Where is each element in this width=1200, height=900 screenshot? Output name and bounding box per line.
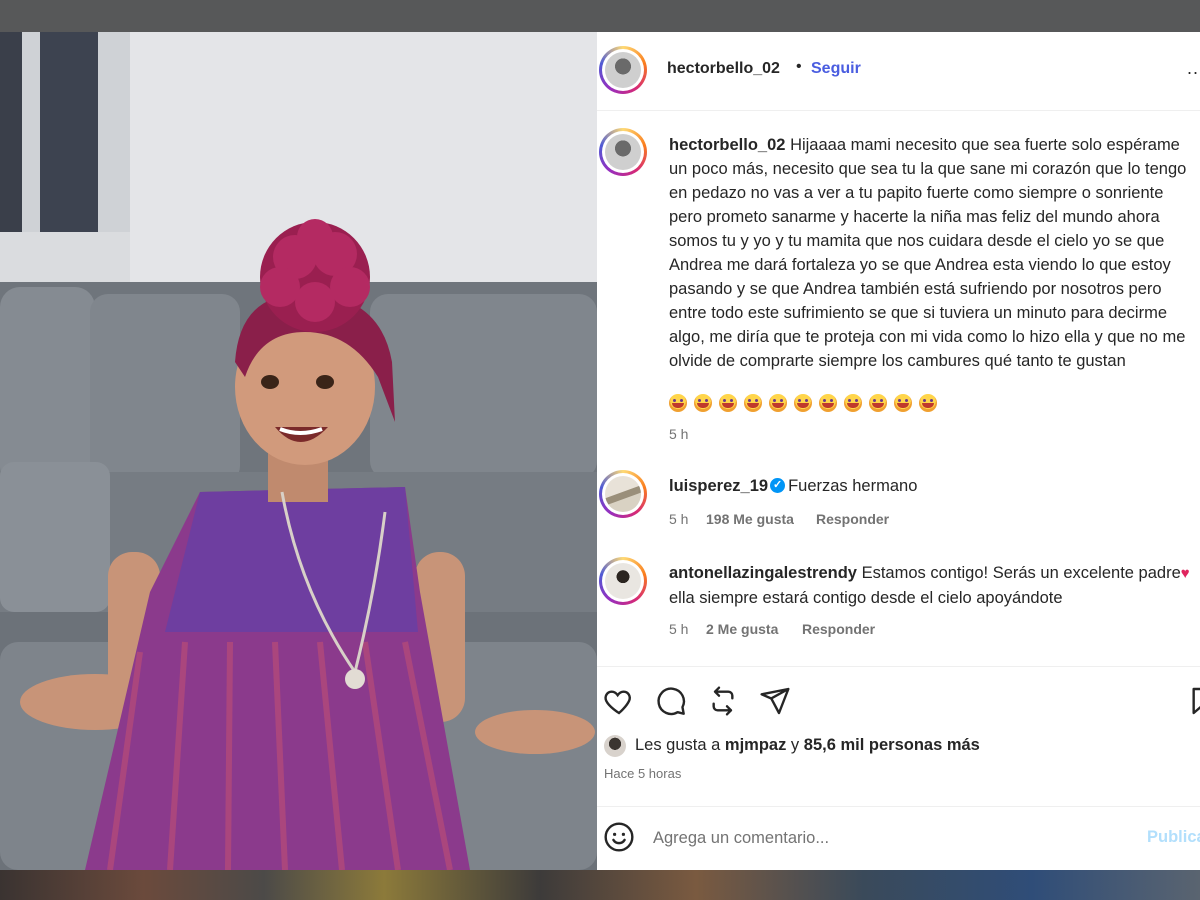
emoji-picker-icon[interactable] [603,821,635,853]
verified-badge-icon: ✓ [770,478,786,494]
comment-input[interactable] [653,825,1073,851]
comment-body-continued: ella siempre estará contigo desde el cie… [669,589,1063,607]
browser-top-bar [0,0,1200,32]
post-time: Hace 5 horas [604,766,682,781]
crying-face-icon [769,394,787,412]
post-caption: hectorbello_02 Hijaaaa mami necesito que… [669,133,1197,373]
bookmark-icon[interactable] [1187,685,1200,717]
likes-middle: y [786,736,804,754]
comment-bar: Publicar [597,806,1200,870]
crying-face-icon [669,394,687,412]
comment-time: 5 h [669,621,689,637]
repost-icon[interactable] [707,685,739,717]
crying-face-icon [894,394,912,412]
reply-button[interactable]: Responder [802,621,875,637]
more-options-icon[interactable]: ... [1187,58,1200,79]
share-icon[interactable] [759,685,791,717]
comment: antonellazingalestrendy Estamos contigo!… [669,561,1194,610]
crying-face-icon [869,394,887,412]
comment-avatar[interactable] [599,470,647,518]
comment-time: 5 h [669,511,689,527]
author-avatar[interactable] [599,46,647,94]
crying-face-icon [919,394,937,412]
crying-face-icon [794,394,812,412]
post-details-panel: hectorbello_02 • Seguir ... hectorbello_… [597,32,1200,870]
crying-face-icon [694,394,712,412]
separator-dot: • [796,58,802,75]
red-heart-icon: ♥ [1180,565,1190,582]
heart-icon[interactable] [603,685,635,717]
post-photo [0,32,597,870]
action-bar [597,666,1200,729]
crying-face-icon [819,394,837,412]
crying-face-icon [844,394,862,412]
follow-button[interactable]: Seguir [811,60,861,78]
liker-avatar[interactable] [604,735,626,757]
background-strip [0,870,1200,900]
crying-face-icon [719,394,737,412]
caption-time: 5 h [669,426,689,442]
likes-prefix: Les gusta a [635,736,725,754]
caption-username[interactable]: hectorbello_02 [669,136,785,154]
likes-others[interactable]: 85,6 mil personas más [804,736,980,754]
caption-avatar[interactable] [599,128,647,176]
comment-icon[interactable] [655,685,687,717]
likes-summary[interactable]: Les gusta a mjmpaz y 85,6 mil personas m… [635,736,980,755]
likes-user[interactable]: mjmpaz [725,736,786,754]
comment-body: Estamos contigo! Serás un excelente padr… [861,564,1181,582]
comment-avatar[interactable] [599,557,647,605]
comment: luisperez_19 ✓ Fuerzas hermano [669,474,1194,498]
comment-username[interactable]: luisperez_19 [669,477,768,495]
comment-body: Fuerzas hermano [788,477,918,495]
caption-text: Hijaaaa mami necesito que sea fuerte sol… [669,136,1187,370]
comment-likes[interactable]: 2 Me gusta [706,621,778,637]
comment-likes[interactable]: 198 Me gusta [706,511,794,527]
reply-button[interactable]: Responder [816,511,889,527]
crying-face-icon [744,394,762,412]
comment-username[interactable]: antonellazingalestrendy [669,564,857,582]
publish-button[interactable]: Publicar [1147,828,1200,847]
post-header: hectorbello_02 • Seguir ... [597,32,1200,111]
caption-emoji-row [669,394,944,416]
author-username[interactable]: hectorbello_02 [667,60,780,78]
